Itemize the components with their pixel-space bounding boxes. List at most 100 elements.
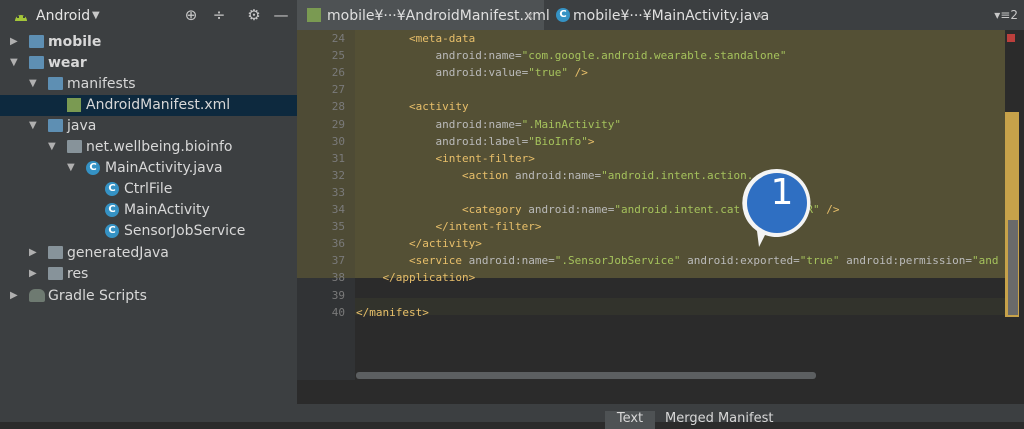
tree-item-res[interactable]: ▶ res [0, 264, 297, 285]
code-line[interactable]: android:value="true" /> [436, 64, 588, 81]
code-token: </intent-filter> [435, 220, 542, 234]
project-panel-header: Android ▼ ⊕ ÷ ⚙ — [0, 0, 297, 30]
code-token: android [514, 168, 562, 182]
tab-androidmanifest[interactable]: mobile¥···¥AndroidManifest.xml ✕ [297, 0, 550, 30]
project-view-selector[interactable]: Android [36, 8, 90, 24]
code-line[interactable]: </application> [383, 269, 476, 286]
tab-mainactivity[interactable]: mobile¥···¥MainActivity.java ✕ [548, 0, 778, 30]
xml-file-icon [67, 98, 81, 112]
code-token: <meta-data [409, 32, 476, 45]
locate-target-icon[interactable]: ⊕ [182, 6, 200, 24]
tree-item-generatedjava[interactable]: ▶ generatedJava [0, 243, 297, 264]
code-line[interactable]: <action android:name="android.intent.act… [462, 167, 753, 184]
package-icon [67, 140, 82, 153]
chevron-down-icon[interactable]: ▼ [29, 120, 37, 131]
tree-item-ctrlfile[interactable]: C CtrlFile [0, 179, 297, 200]
code-line[interactable]: </intent-filter> [436, 218, 542, 235]
collapse-all-icon[interactable]: ÷ [210, 6, 228, 24]
tree-item-label: CtrlFile [124, 181, 173, 197]
code-token: <action [462, 168, 515, 182]
code-token: <service [409, 254, 469, 268]
horizontal-scroll-thumb[interactable] [356, 372, 816, 379]
gear-icon[interactable]: ⚙ [245, 6, 263, 24]
tab-label: mobile¥···¥MainActivity.java [573, 8, 770, 24]
chevron-right-icon[interactable]: ▶ [29, 247, 37, 258]
code-token: :name= [561, 168, 602, 182]
line-number: 37 [331, 254, 345, 268]
tree-item-label: java [67, 118, 97, 134]
line-number: 30 [331, 134, 345, 148]
code-line[interactable]: android:label="BioInfo"> [436, 133, 595, 150]
code-token: <intent-filter> [435, 151, 535, 165]
line-number: 33 [331, 185, 345, 199]
chevron-down-icon[interactable]: ▼ [29, 78, 37, 89]
line-number: 35 [331, 220, 345, 234]
code-token: :permission= [892, 254, 972, 268]
editor-tabs: mobile¥···¥AndroidManifest.xml ✕ C mobil… [297, 0, 1024, 31]
tree-item-wear[interactable]: ▼ wear [0, 53, 297, 74]
tree-item-label: MainActivity [124, 202, 210, 218]
code-line[interactable]: <activity [409, 98, 469, 115]
tree-item-label: SensorJobService [124, 223, 246, 239]
bottom-tab-bar: Text Merged Manifest [297, 404, 1024, 429]
line-number: 24 [331, 32, 345, 45]
code-token: android [528, 203, 575, 216]
code-line[interactable]: android:name="com.google.android.wearabl… [436, 47, 787, 64]
tree-item-gradle-scripts[interactable]: ▶ Gradle Scripts [0, 286, 297, 307]
chevron-down-icon[interactable]: ▼ [10, 57, 18, 68]
code-token: <category [462, 203, 529, 216]
gradle-icon [29, 289, 45, 302]
line-number: 36 [331, 237, 345, 251]
chevron-down-icon[interactable]: ▼ [92, 10, 100, 21]
line-number: 25 [331, 49, 345, 63]
folder-icon [48, 77, 63, 90]
tree-item-mainactivity[interactable]: C MainActivity [0, 200, 297, 221]
tree-item-sensorjobservice[interactable]: C SensorJobService [0, 221, 297, 242]
close-icon[interactable]: ✕ [525, 10, 534, 23]
line-number: 27 [331, 83, 345, 97]
badge-number: 1 [770, 172, 794, 213]
tree-item-mainactivity-java[interactable]: ▼ C MainActivity.java [0, 158, 297, 179]
chevron-right-icon[interactable]: ▶ [10, 290, 18, 301]
line-number: 39 [331, 288, 345, 302]
module-folder-icon [29, 35, 44, 48]
vertical-scroll-thumb[interactable] [1008, 220, 1018, 315]
line-number: 28 [331, 100, 345, 114]
code-line[interactable]: <intent-filter> [436, 150, 535, 167]
line-number: 31 [331, 151, 345, 165]
code-line[interactable]: </manifest> [356, 304, 429, 321]
code-token: /> [567, 66, 588, 80]
tree-item-java[interactable]: ▼ java [0, 116, 297, 137]
code-token: android [839, 254, 893, 268]
code-token: "true" [799, 254, 840, 268]
chevron-right-icon[interactable]: ▶ [29, 268, 37, 279]
code-token: :name= [514, 254, 555, 268]
tree-item-label: net.wellbeing.bioinfo [86, 139, 233, 155]
tree-item-manifests[interactable]: ▼ manifests [0, 74, 297, 95]
tab-text[interactable]: Text [605, 411, 655, 429]
tab-merged-manifest[interactable]: Merged Manifest [665, 411, 773, 429]
tree-item-androidmanifest[interactable]: AndroidManifest.xml [0, 95, 297, 116]
code-line[interactable]: <meta-data [409, 30, 475, 47]
chevron-down-icon[interactable]: ▼ [48, 141, 56, 152]
code-token: :value= [481, 66, 529, 80]
code-line[interactable]: android:name=".MainActivity" [436, 116, 621, 133]
chevron-right-icon[interactable]: ▶ [10, 36, 18, 47]
hide-panel-icon[interactable]: — [272, 6, 290, 24]
close-icon[interactable]: ✕ [755, 10, 764, 23]
code-line[interactable]: </activity> [409, 235, 482, 252]
tab-overflow-menu[interactable]: ▾≡2 [994, 8, 1018, 22]
error-marker[interactable] [1007, 34, 1015, 42]
tree-item-package[interactable]: ▼ net.wellbeing.bioinfo [0, 137, 297, 158]
tree-item-mobile[interactable]: ▶ mobile [0, 32, 297, 53]
code-token: "true" [528, 66, 568, 80]
xml-file-icon [307, 8, 321, 22]
code-token: :name= [574, 203, 615, 216]
code-token: :name= [481, 117, 522, 131]
code-token: "and [972, 254, 999, 268]
class-icon: C [86, 161, 100, 175]
chevron-down-icon[interactable]: ▼ [67, 162, 75, 173]
android-icon [15, 15, 27, 21]
code-line[interactable]: <service android:name=".SensorJobService… [409, 252, 999, 269]
code-token: </application> [382, 271, 476, 285]
